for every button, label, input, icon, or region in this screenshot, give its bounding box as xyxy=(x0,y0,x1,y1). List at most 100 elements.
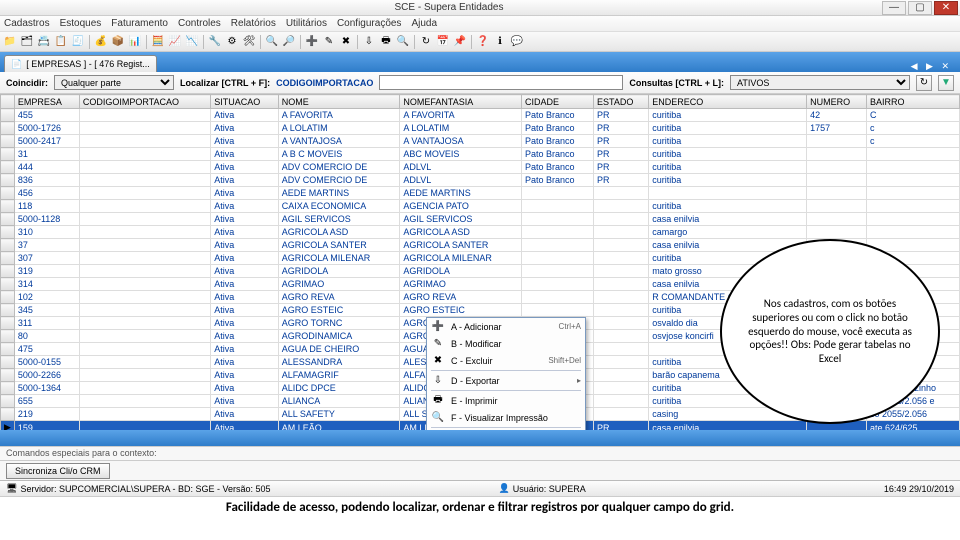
minimize-button[interactable]: — xyxy=(882,1,906,15)
server-icon: 🖥 xyxy=(6,483,17,494)
toolbar-icon[interactable]: 🗂 xyxy=(20,35,34,49)
table-row[interactable]: 456AtivaAEDE MARTINSAEDE MARTINS xyxy=(1,187,960,200)
toolbar-icon[interactable]: 🔎 xyxy=(282,35,296,49)
data-grid-container: EMPRESACODIGOIMPORTACAOSITUACAONOMENOMEF… xyxy=(0,94,960,430)
status-time: 16:49 29/10/2019 xyxy=(884,484,954,494)
toolbar-icon[interactable]: 📅 xyxy=(436,35,450,49)
tab-label: [ EMPRESAS ] - [ 476 Regist... xyxy=(26,59,150,69)
table-row[interactable]: 118AtivaCAIXA ECONOMICAAGENCIA PATOcurit… xyxy=(1,200,960,213)
consultas-select[interactable]: ATIVOS xyxy=(730,75,910,90)
localizar-input[interactable] xyxy=(379,75,623,90)
maximize-button[interactable]: ▢ xyxy=(908,1,932,15)
toolbar-icon[interactable]: ✖ xyxy=(339,35,353,49)
column-header[interactable]: NUMERO xyxy=(807,95,867,109)
search-bar: Coincidir: Qualquer parte Localizar [CTR… xyxy=(0,72,960,94)
menu-cadastros[interactable]: Cadastros xyxy=(4,18,50,29)
toolbar-icon[interactable]: 📈 xyxy=(168,35,182,49)
table-row[interactable]: 31AtivaA B C MOVEISABC MOVEISPato Branco… xyxy=(1,148,960,161)
grid-footer-bar xyxy=(0,430,960,446)
table-row[interactable]: 310AtivaAGRICOLA ASDAGRICOLA ASDcamargo xyxy=(1,226,960,239)
column-header[interactable]: NOMEFANTASIA xyxy=(400,95,522,109)
table-row[interactable]: 5000-1128AtivaAGIL SERVICOSAGIL SERVICOS… xyxy=(1,213,960,226)
toolbar-icon[interactable]: 💬 xyxy=(510,35,524,49)
main-toolbar: 📁🗂📇📋🧾💰📦📊🧮📈📉🔧⚙🛠🔍🔎➕✎✖⇩🖶🔍↻📅📌❓ℹ💬 xyxy=(0,32,960,52)
table-row[interactable]: 444AtivaADV COMERCIO DEADLVLPato BrancoP… xyxy=(1,161,960,174)
menu-item[interactable]: ✖C - ExcluirShift+Del xyxy=(427,352,585,369)
menu-item[interactable]: K - MoverCtrl+Ins xyxy=(427,429,585,430)
column-header[interactable]: BAIRRO xyxy=(866,95,959,109)
toolbar-icon[interactable]: ✎ xyxy=(322,35,336,49)
toolbar-icon[interactable]: ❓ xyxy=(476,35,490,49)
sync-crm-button[interactable]: Sincroniza Cli/o CRM xyxy=(6,463,110,479)
filter-icon[interactable]: ▼ xyxy=(938,75,954,91)
column-header[interactable]: EMPRESA xyxy=(14,95,79,109)
toolbar-icon[interactable]: 🔍 xyxy=(265,35,279,49)
toolbar-icon[interactable]: 🧮 xyxy=(151,35,165,49)
menu-ajuda[interactable]: Ajuda xyxy=(411,18,437,29)
column-header[interactable] xyxy=(1,95,15,109)
tab-bar: 📄 [ EMPRESAS ] - [ 476 Regist... ◀ ▶ ✕ xyxy=(0,52,960,72)
menu-item[interactable]: ✎B - Modificar xyxy=(427,335,585,352)
table-row[interactable]: 455AtivaA FAVORITAA FAVORITAPato BrancoP… xyxy=(1,109,960,122)
menu-estoques[interactable]: Estoques xyxy=(60,18,102,29)
column-header[interactable]: SITUACAO xyxy=(211,95,279,109)
toolbar-icon[interactable]: ⚙ xyxy=(225,35,239,49)
sync-bar: Sincroniza Cli/o CRM xyxy=(0,460,960,480)
toolbar-icon[interactable]: ℹ xyxy=(493,35,507,49)
localizar-label: Localizar [CTRL + F]: xyxy=(180,78,270,88)
refresh-icon[interactable]: ↻ xyxy=(916,75,932,91)
window-titlebar: SCE - Supera Entidades — ▢ ✕ xyxy=(0,0,960,16)
column-header[interactable]: ESTADO xyxy=(594,95,649,109)
toolbar-icon[interactable]: 📊 xyxy=(128,35,142,49)
menu-item[interactable]: ➕A - AdicionarCtrl+A xyxy=(427,318,585,335)
coincidir-label: Coincidir: xyxy=(6,78,48,88)
status-bar: 🖥Servidor: SUPCOMERCIAL\SUPERA - BD: SGE… xyxy=(0,480,960,496)
tab-icon: 📄 xyxy=(11,59,22,70)
menu-item[interactable]: 🖶E - Imprimir xyxy=(427,392,585,409)
presentation-caption: Facilidade de acesso, podendo localizar,… xyxy=(0,496,960,518)
table-row[interactable]: 836AtivaADV COMERCIO DEADLVLPato BrancoP… xyxy=(1,174,960,187)
user-icon: 👤 xyxy=(499,483,510,494)
status-user: Usuário: SUPERA xyxy=(513,484,586,494)
menu-bar: Cadastros Estoques Faturamento Controles Rel… xyxy=(0,16,960,32)
consultas-label: Consultas [CTRL + L]: xyxy=(629,78,724,88)
context-menu: ➕A - AdicionarCtrl+A✎B - Modificar✖C - E… xyxy=(426,317,586,430)
menu-controles[interactable]: Controles xyxy=(178,18,221,29)
toolbar-icon[interactable]: 🖶 xyxy=(379,35,393,49)
toolbar-icon[interactable]: ➕ xyxy=(305,35,319,49)
toolbar-icon[interactable]: 📉 xyxy=(185,35,199,49)
toolbar-icon[interactable]: 📁 xyxy=(3,35,17,49)
toolbar-icon[interactable]: ⇩ xyxy=(362,35,376,49)
toolbar-icon[interactable]: 💰 xyxy=(94,35,108,49)
tab-empresas[interactable]: 📄 [ EMPRESAS ] - [ 476 Regist... xyxy=(4,55,157,72)
toolbar-icon[interactable]: 🧾 xyxy=(71,35,85,49)
toolbar-icon[interactable]: 📌 xyxy=(453,35,467,49)
hint-bubble: Nos cadastros, com os botões superiores … xyxy=(720,239,940,424)
hint-text: Nos cadastros, com os botões superiores … xyxy=(740,297,920,366)
toolbar-icon[interactable]: 📇 xyxy=(37,35,51,49)
toolbar-icon[interactable]: 🛠 xyxy=(242,35,256,49)
tab-controls[interactable]: ◀ ▶ ✕ xyxy=(911,61,956,72)
table-row[interactable]: 5000-1726AtivaA LOLATIMA LOLATIMPato Bra… xyxy=(1,122,960,135)
status-server: Servidor: SUPCOMERCIAL\SUPERA - BD: SGE … xyxy=(20,484,270,494)
column-header[interactable]: ENDERECO xyxy=(649,95,807,109)
menu-item[interactable]: ⇩D - Exportar▸ xyxy=(427,372,585,389)
window-title: SCE - Supera Entidades xyxy=(16,2,882,13)
toolbar-icon[interactable]: 🔧 xyxy=(208,35,222,49)
column-header[interactable]: CODIGOIMPORTACAO xyxy=(79,95,210,109)
menu-faturamento[interactable]: Faturamento xyxy=(111,18,168,29)
close-button[interactable]: ✕ xyxy=(934,1,958,15)
table-row[interactable]: 5000-2417AtivaA VANTAJOSAA VANTAJOSAPato… xyxy=(1,135,960,148)
menu-relatórios[interactable]: Relatórios xyxy=(231,18,276,29)
toolbar-icon[interactable]: 📋 xyxy=(54,35,68,49)
column-header[interactable]: CIDADE xyxy=(522,95,594,109)
coincidir-select[interactable]: Qualquer parte xyxy=(54,75,174,90)
column-header[interactable]: NOME xyxy=(278,95,400,109)
toolbar-icon[interactable]: 🔍 xyxy=(396,35,410,49)
grid-header-row: EMPRESACODIGOIMPORTACAOSITUACAONOMENOMEF… xyxy=(1,95,960,109)
toolbar-icon[interactable]: 📦 xyxy=(111,35,125,49)
toolbar-icon[interactable]: ↻ xyxy=(419,35,433,49)
menu-utilitários[interactable]: Utilitários xyxy=(286,18,327,29)
menu-configurações[interactable]: Configurações xyxy=(337,18,401,29)
menu-item[interactable]: 🔍F - Visualizar Impressão xyxy=(427,409,585,426)
